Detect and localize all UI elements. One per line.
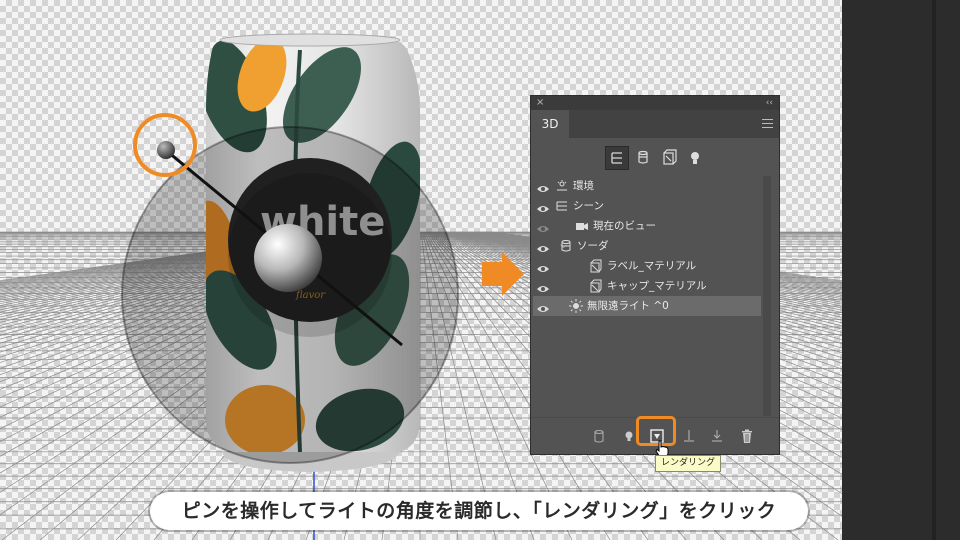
environment-icon (555, 179, 569, 193)
add-light-icon[interactable] (621, 428, 637, 444)
material-icon (589, 279, 603, 293)
layer-label: 無限遠ライト ^0 (587, 300, 669, 312)
visibility-eye-icon[interactable] (537, 301, 549, 312)
canvas-area[interactable]: white flavor (0, 0, 960, 540)
layer-label: ソーダ (577, 240, 609, 252)
panel-tab-row: 3D (531, 110, 779, 138)
filter-toolbar (605, 146, 709, 170)
visibility-eye-icon[interactable] (537, 181, 549, 192)
layer-row[interactable]: ラベル_マテリアル (533, 256, 761, 276)
add-mesh-icon[interactable] (591, 428, 607, 444)
3d-panel: × ‹‹ 3D 環境シーン現在のビュー ⌵ ソーダラベル_マテリアル キャップ_マテリ… (530, 95, 780, 455)
instruction-caption: ピンを操作してライトの角度を調節し、「レンダリング」をクリック (150, 492, 808, 530)
soda-can-model[interactable]: white flavor (0, 0, 960, 540)
visibility-eye-icon[interactable] (537, 281, 549, 292)
move-to-ground-icon[interactable] (681, 428, 697, 444)
render-tooltip: レンダリング (655, 455, 722, 472)
drop-to-ground-icon[interactable] (709, 428, 725, 444)
layer-row[interactable]: シーン (533, 196, 761, 216)
camera-icon (575, 219, 589, 233)
layer-label: 現在のビュー (593, 220, 656, 232)
layer-label: ラベル_マテリアル (607, 260, 697, 272)
layer-label: キャップ_マテリアル (607, 280, 707, 292)
layer-row[interactable]: 現在のビュー (533, 216, 761, 236)
close-icon[interactable]: × (536, 96, 544, 110)
layer-label: 環境 (573, 180, 594, 192)
material-icon (589, 259, 603, 273)
visibility-eye-icon[interactable] (537, 221, 549, 232)
mesh-icon (559, 239, 573, 253)
layer-row[interactable]: ⌵ ソーダ (533, 236, 761, 256)
layer-list-scrollbar[interactable] (763, 176, 771, 416)
mesh-filter-icon[interactable] (631, 146, 655, 170)
collapse-icon[interactable]: ‹‹ (766, 96, 773, 110)
panel-titlebar: × ‹‹ (531, 96, 779, 110)
scene-filter-icon[interactable] (605, 146, 629, 170)
scene-icon (555, 199, 569, 213)
tab-3d[interactable]: 3D (531, 110, 569, 138)
visibility-eye-icon[interactable] (537, 261, 549, 272)
visibility-eye-icon[interactable] (537, 241, 549, 252)
layer-row[interactable]: キャップ_マテリアル (533, 276, 761, 296)
layer-label: シーン (573, 200, 604, 212)
delete-icon[interactable] (739, 428, 755, 444)
visibility-eye-icon[interactable] (537, 201, 549, 212)
panel-menu-icon[interactable] (762, 119, 773, 128)
pin-highlight-circle (133, 113, 197, 177)
light-sphere-handle[interactable] (254, 224, 322, 292)
layer-row[interactable]: 環境 (533, 176, 761, 196)
light-filter-icon[interactable] (683, 146, 707, 170)
layer-row[interactable]: 無限遠ライト ^0 (533, 296, 761, 316)
arrow-right-icon (482, 252, 524, 296)
material-filter-icon[interactable] (657, 146, 681, 170)
infinite-light-icon (569, 299, 583, 313)
right-side-panel-edge (842, 0, 960, 540)
